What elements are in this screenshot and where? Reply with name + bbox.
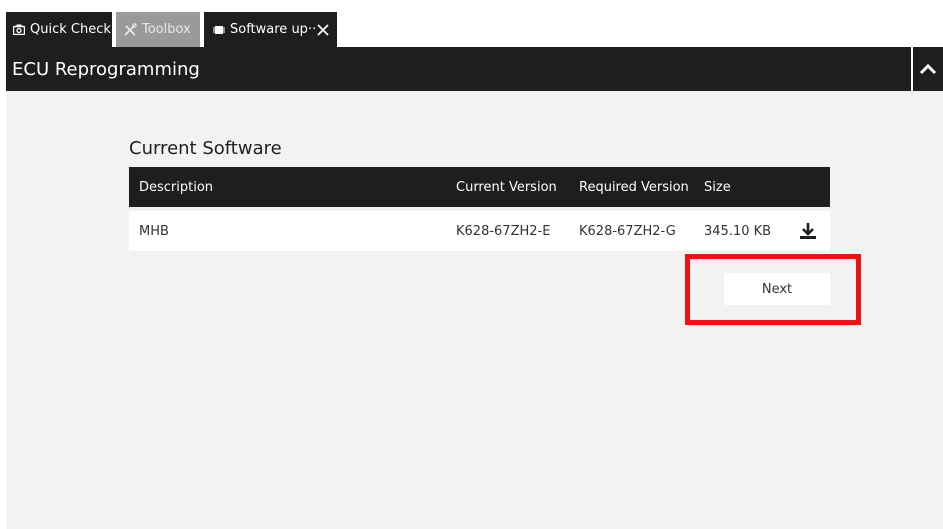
tools-icon: [123, 22, 137, 37]
tab-quick-check-label: Quick Check: [30, 22, 111, 37]
table-row: MHB K628-67ZH2-E K628-67ZH2-G 345.10 KB: [129, 211, 830, 251]
cell-size: 345.10 KB: [704, 223, 772, 239]
cell-current-version: K628-67ZH2-E: [456, 223, 551, 239]
download-icon[interactable]: [799, 211, 817, 251]
tab-toolbox[interactable]: Toolbox: [116, 12, 200, 47]
tab-quick-check[interactable]: Quick Check: [6, 12, 112, 47]
cell-required-version: K628-67ZH2-G: [579, 223, 676, 239]
chip-icon: [213, 25, 225, 35]
column-header-size: Size: [704, 179, 731, 195]
close-icon[interactable]: [317, 23, 329, 36]
chevron-up-icon: [919, 60, 937, 79]
software-table: Description Current Version Required Ver…: [129, 167, 830, 251]
table-header: Description Current Version Required Ver…: [129, 167, 830, 207]
highlight-box: [685, 254, 861, 325]
column-header-required-version: Required Version: [579, 179, 689, 195]
page-header: ECU Reprogramming: [6, 47, 911, 91]
column-header-current-version: Current Version: [456, 179, 557, 195]
tab-software-update[interactable]: Software up··: [204, 12, 337, 47]
column-header-description: Description: [139, 179, 214, 195]
collapse-button[interactable]: [913, 47, 943, 91]
camera-icon: [13, 24, 25, 35]
tab-software-update-label: Software up··: [230, 22, 317, 37]
tab-toolbox-label: Toolbox: [142, 22, 191, 37]
section-title: Current Software: [129, 138, 282, 159]
page-title: ECU Reprogramming: [12, 58, 200, 80]
tab-bar: Quick Check Toolbox Software up··: [0, 0, 943, 47]
cell-description: MHB: [139, 223, 169, 239]
